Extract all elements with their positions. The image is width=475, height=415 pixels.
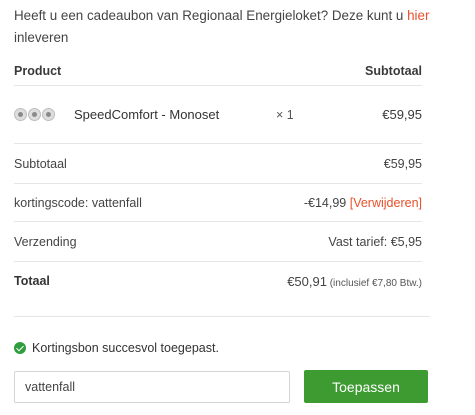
subtotal-label: Subtotaal	[14, 156, 67, 171]
shipping-value: Vast tarief: €5,95	[328, 234, 422, 249]
total-value: €50,91	[287, 273, 327, 289]
product-thumbnail-icon[interactable]	[14, 106, 58, 124]
order-summary-table: Product Subtotaal SpeedComfort - Monoset…	[14, 56, 422, 300]
subtotal-row: Subtotaal €59,95	[14, 144, 422, 184]
header-subtotal: Subtotaal	[365, 63, 422, 78]
apply-coupon-button[interactable]: Toepassen	[304, 370, 428, 403]
check-circle-icon	[14, 342, 26, 354]
subtotal-value: €59,95	[383, 156, 422, 171]
remove-coupon-link[interactable]: [Verwijderen]	[350, 196, 422, 210]
shipping-label: Verzending	[14, 234, 77, 249]
success-text: Kortingsbon succesvol toegepast.	[32, 341, 219, 355]
product-name[interactable]: SpeedComfort - Monoset	[74, 107, 382, 122]
total-amount: €50,91 (inclusief €7,80 Btw.)	[287, 274, 422, 289]
coupon-success-message: Kortingsbon succesvol toegepast.	[14, 341, 219, 355]
coupon-value: -€14,99	[303, 195, 347, 210]
coupon-amount: -€14,99 [Verwijderen]	[304, 196, 422, 210]
table-header: Product Subtotaal	[14, 56, 422, 86]
total-row: Totaal €50,91 (inclusief €7,80 Btw.)	[14, 262, 422, 300]
section-divider	[14, 316, 430, 317]
gift-card-link[interactable]: hier	[407, 8, 429, 23]
coupon-label: kortingscode: vattenfall	[14, 195, 142, 210]
header-product: Product	[14, 63, 62, 78]
shipping-row: Verzending Vast tarief: €5,95	[14, 222, 422, 262]
product-price: €59,95	[382, 107, 422, 122]
gift-card-notice: Heeft u een cadeaubon van Regionaal Ener…	[14, 5, 454, 49]
notice-suffix: inleveren	[14, 30, 69, 45]
coupon-row: kortingscode: vattenfall -€14,99 [Verwij…	[14, 184, 422, 222]
total-label: Totaal	[14, 274, 50, 288]
product-quantity: × 1	[276, 107, 294, 122]
notice-text: Heeft u een cadeaubon van Regionaal Ener…	[14, 8, 408, 23]
product-row: SpeedComfort - Monoset × 1 €59,95	[14, 86, 422, 144]
total-tax: (inclusief €7,80 Btw.)	[326, 277, 422, 289]
coupon-code-input[interactable]	[14, 371, 290, 403]
